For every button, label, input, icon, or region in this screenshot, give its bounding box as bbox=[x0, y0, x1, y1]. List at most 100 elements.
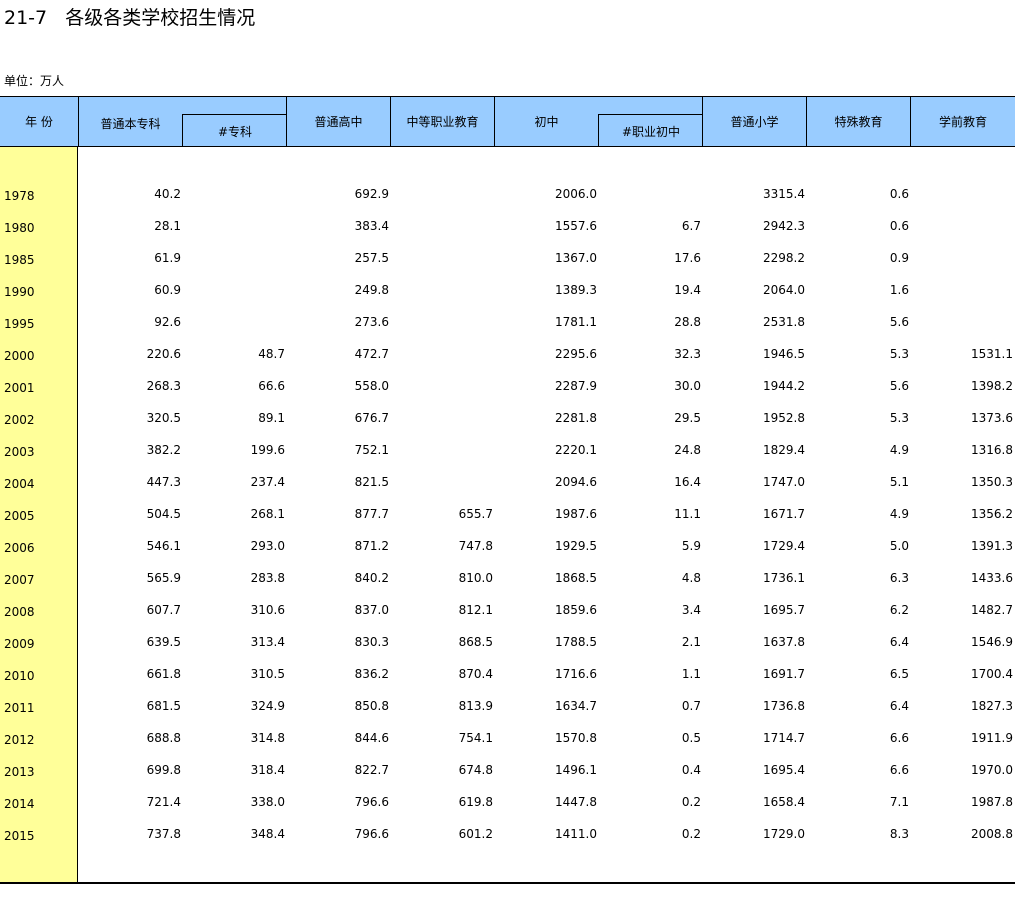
vocational-junior-cell: 5.9 bbox=[681, 539, 701, 553]
high-school-cell: 796.6 bbox=[354, 827, 389, 841]
high-school-cell: 836.2 bbox=[354, 667, 389, 681]
preschool-cell: 1987.8 bbox=[971, 795, 1013, 809]
primary-cell: 2531.8 bbox=[763, 315, 805, 329]
undergrad-cell: 40.2 bbox=[154, 187, 181, 201]
primary-cell: 1671.7 bbox=[763, 507, 805, 521]
header-college: #专科 bbox=[182, 114, 287, 146]
special-cell: 5.0 bbox=[889, 539, 909, 553]
undergrad-cell: 28.1 bbox=[154, 219, 181, 233]
year-cell: 2000 bbox=[4, 349, 35, 363]
junior-cell: 2281.8 bbox=[555, 411, 597, 425]
high-school-cell: 752.1 bbox=[354, 443, 389, 457]
undergrad-cell: 565.9 bbox=[146, 571, 181, 585]
vocational-junior-cell: 11.1 bbox=[674, 507, 701, 521]
vocational-cell: 754.1 bbox=[458, 731, 493, 745]
table-row: 2002 320.5 89.1 676.7 2281.8 29.5 1952.8 5.3 137… bbox=[0, 404, 1015, 436]
special-cell: 0.6 bbox=[889, 219, 909, 233]
primary-cell: 1729.0 bbox=[763, 827, 805, 841]
primary-cell: 1944.2 bbox=[763, 379, 805, 393]
high-school-cell: 249.8 bbox=[354, 283, 389, 297]
header-junior-label: 初中 bbox=[534, 115, 559, 129]
table-row: 1995 92.6 273.6 1781.1 28.8 2531.8 5.6 bbox=[0, 308, 1015, 340]
primary-cell: 1747.0 bbox=[763, 475, 805, 489]
primary-cell: 2064.0 bbox=[763, 283, 805, 297]
college-cell: 237.4 bbox=[250, 475, 285, 489]
table-row: 1980 28.1 383.4 1557.6 6.7 2942.3 0.6 bbox=[0, 212, 1015, 244]
primary-cell: 1946.5 bbox=[763, 347, 805, 361]
vocational-junior-cell: 0.7 bbox=[681, 699, 701, 713]
page-title: 21-7 各级各类学校招生情况 bbox=[4, 7, 256, 29]
header-vocational-junior: #职业初中 bbox=[598, 114, 703, 146]
college-cell: 324.9 bbox=[250, 699, 285, 713]
primary-cell: 1736.1 bbox=[763, 571, 805, 585]
college-cell: 318.4 bbox=[250, 763, 285, 777]
year-cell: 2014 bbox=[4, 797, 35, 811]
college-cell: 348.4 bbox=[250, 827, 285, 841]
primary-cell: 1691.7 bbox=[763, 667, 805, 681]
year-cell: 2011 bbox=[4, 701, 35, 715]
preschool-cell: 1546.9 bbox=[971, 635, 1013, 649]
vocational-junior-cell: 24.8 bbox=[674, 443, 701, 457]
vocational-junior-cell: 0.5 bbox=[681, 731, 701, 745]
vocational-junior-cell: 19.4 bbox=[674, 283, 701, 297]
special-cell: 4.9 bbox=[889, 443, 909, 457]
preschool-cell: 1970.0 bbox=[971, 763, 1013, 777]
undergrad-cell: 61.9 bbox=[154, 251, 181, 265]
vocational-cell: 619.8 bbox=[458, 795, 493, 809]
college-cell: 310.6 bbox=[250, 603, 285, 617]
header-preschool-label: 学前教育 bbox=[938, 115, 987, 129]
preschool-cell: 1482.7 bbox=[971, 603, 1013, 617]
high-school-cell: 796.6 bbox=[354, 795, 389, 809]
special-cell: 6.4 bbox=[889, 699, 909, 713]
vocational-cell: 813.9 bbox=[458, 699, 493, 713]
primary-cell: 1729.4 bbox=[763, 539, 805, 553]
primary-cell: 1695.7 bbox=[763, 603, 805, 617]
preschool-cell: 1350.3 bbox=[971, 475, 1013, 489]
table-row: 1985 61.9 257.5 1367.0 17.6 2298.2 0.9 bbox=[0, 244, 1015, 276]
undergrad-cell: 607.7 bbox=[146, 603, 181, 617]
primary-cell: 2942.3 bbox=[763, 219, 805, 233]
undergrad-cell: 504.5 bbox=[146, 507, 181, 521]
primary-cell: 1714.7 bbox=[763, 731, 805, 745]
year-cell: 2001 bbox=[4, 381, 35, 395]
undergrad-cell: 320.5 bbox=[146, 411, 181, 425]
special-cell: 5.6 bbox=[889, 315, 909, 329]
undergrad-cell: 639.5 bbox=[146, 635, 181, 649]
junior-cell: 2220.1 bbox=[555, 443, 597, 457]
header-special: 特殊教育 bbox=[807, 97, 911, 146]
preschool-cell: 1356.2 bbox=[971, 507, 1013, 521]
preschool-cell: 2008.8 bbox=[971, 827, 1013, 841]
undergrad-cell: 699.8 bbox=[146, 763, 181, 777]
vocational-cell: 868.5 bbox=[458, 635, 493, 649]
high-school-cell: 676.7 bbox=[354, 411, 389, 425]
table-row: 1990 60.9 249.8 1389.3 19.4 2064.0 1.6 bbox=[0, 276, 1015, 308]
year-cell: 2004 bbox=[4, 477, 35, 491]
vocational-junior-cell: 4.8 bbox=[681, 571, 701, 585]
preschool-cell: 1911.9 bbox=[971, 731, 1013, 745]
junior-cell: 1367.0 bbox=[555, 251, 597, 265]
high-school-cell: 558.0 bbox=[354, 379, 389, 393]
undergrad-cell: 220.6 bbox=[146, 347, 181, 361]
undergrad-cell: 681.5 bbox=[146, 699, 181, 713]
header-vocational: 中等职业教育 bbox=[391, 97, 495, 146]
table-row: 1978 40.2 692.9 2006.0 3315.4 0.6 bbox=[0, 180, 1015, 212]
junior-cell: 1788.5 bbox=[555, 635, 597, 649]
vocational-cell: 747.8 bbox=[458, 539, 493, 553]
undergrad-cell: 737.8 bbox=[146, 827, 181, 841]
vocational-cell: 810.0 bbox=[458, 571, 493, 585]
vocational-junior-cell: 28.8 bbox=[674, 315, 701, 329]
year-cell: 2003 bbox=[4, 445, 35, 459]
special-cell: 6.2 bbox=[889, 603, 909, 617]
special-cell: 6.6 bbox=[889, 731, 909, 745]
junior-cell: 1859.6 bbox=[555, 603, 597, 617]
preschool-cell: 1433.6 bbox=[971, 571, 1013, 585]
junior-cell: 2287.9 bbox=[555, 379, 597, 393]
vocational-junior-cell: 3.4 bbox=[681, 603, 701, 617]
vocational-junior-cell: 0.2 bbox=[681, 827, 701, 841]
year-cell: 1980 bbox=[4, 221, 35, 235]
year-cell: 2002 bbox=[4, 413, 35, 427]
college-cell: 338.0 bbox=[250, 795, 285, 809]
header-undergrad-label: 普通本专科 bbox=[100, 117, 161, 131]
high-school-cell: 257.5 bbox=[354, 251, 389, 265]
table-row: 2009 639.5 313.4 830.3 868.5 1788.5 2.1 1637.8 6… bbox=[0, 628, 1015, 660]
